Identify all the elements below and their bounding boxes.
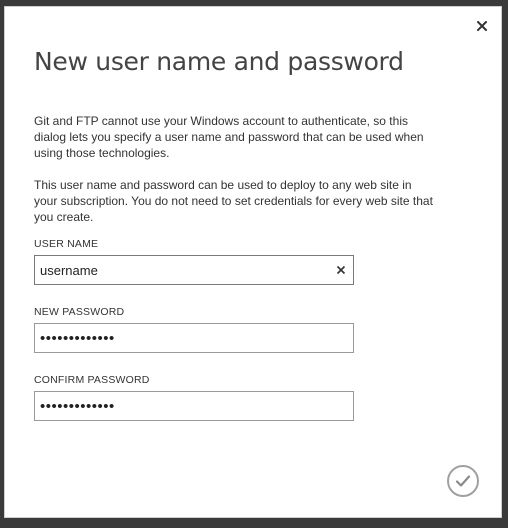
new-password-input[interactable]	[35, 324, 353, 352]
confirm-password-field-container	[34, 391, 354, 421]
clear-icon	[336, 265, 346, 275]
close-icon	[477, 21, 487, 31]
checkmark-icon	[455, 475, 471, 487]
credentials-dialog: New user name and password Git and FTP c…	[4, 6, 502, 518]
description-paragraph-1: Git and FTP cannot use your Windows acco…	[34, 114, 424, 160]
username-field-container	[34, 255, 354, 285]
username-input[interactable]	[35, 256, 353, 284]
confirm-password-input[interactable]	[35, 392, 353, 420]
username-label: USER NAME	[34, 238, 99, 250]
new-password-field-container	[34, 323, 354, 353]
close-button[interactable]	[473, 17, 491, 35]
description-paragraph-2: This user name and password can be used …	[34, 178, 433, 224]
dialog-title: New user name and password	[34, 47, 404, 76]
confirm-password-label: CONFIRM PASSWORD	[34, 374, 150, 386]
ok-button[interactable]	[447, 465, 479, 497]
clear-username-button[interactable]	[335, 264, 347, 276]
new-password-label: NEW PASSWORD	[34, 306, 125, 318]
